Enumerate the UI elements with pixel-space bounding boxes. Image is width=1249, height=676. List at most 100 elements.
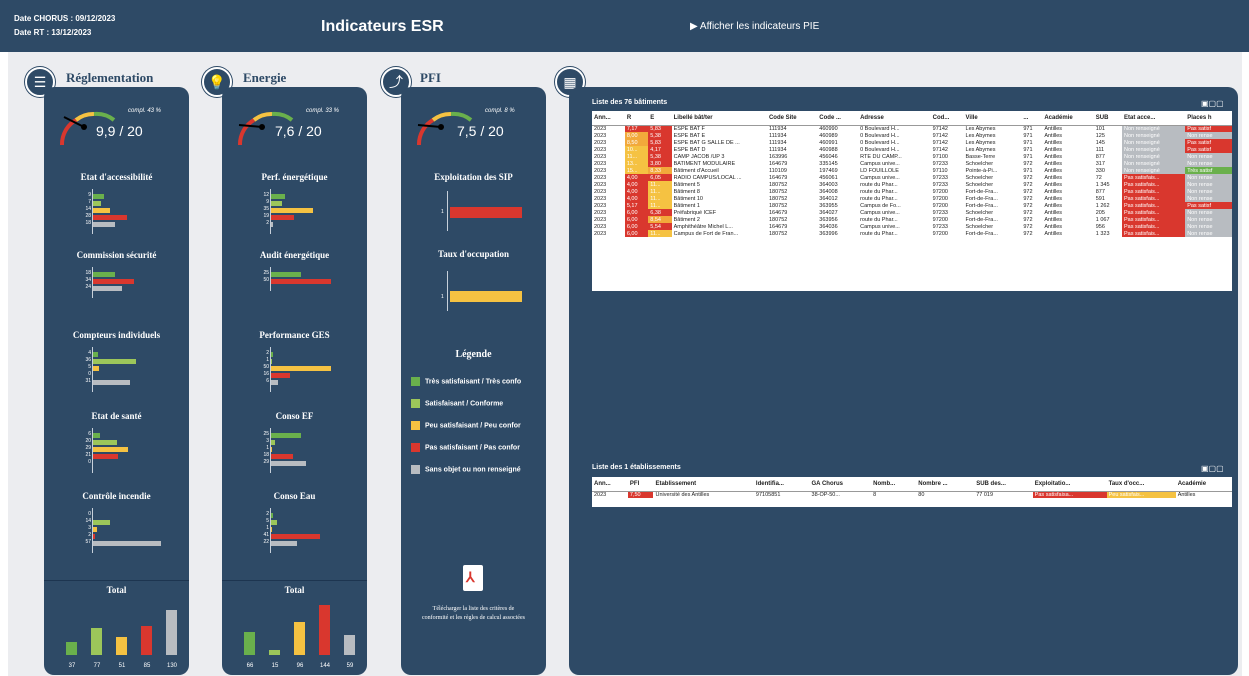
export-icons[interactable]: ▣▢▢ [1201,99,1224,108]
date-chorus: Date CHORUS : 09/12/2023 [14,14,116,23]
table-cell: Bâtiment 5 [673,181,700,188]
table-cell: Pas satisfais... [1121,188,1186,195]
column-header[interactable]: Places h [1185,111,1232,126]
table-cell: Pas satisfais... [1121,181,1186,188]
table-row[interactable]: 2023 4,00 11... Bâtiment 5 180752 364003 route… [592,181,1232,188]
table-cell: Non renseigné [1121,167,1186,174]
column-header[interactable]: Code Site [766,111,818,126]
table-row[interactable]: 2023 4,00 6,05 RADIO CAMPUS/LOCAL ... 164679… [592,174,1232,181]
table-cell: 330 [1095,167,1105,174]
exploitation-bar [450,207,522,218]
table-row[interactable]: 2023 7,17 5,83 ESPE BAT F 111934 460990 0 Boul… [592,125,1232,132]
column-header[interactable]: Etablissement [653,477,754,492]
row-value: 50 [263,364,269,370]
row-bar [271,520,277,525]
table-row[interactable]: 2023 6,00 8,54 Bâtiment 2 180752 363956 route … [592,216,1232,223]
row-value: 21 [85,452,91,458]
row-bar [93,286,122,291]
column-header[interactable]: Académie [1042,111,1094,126]
row-value: 36 [85,357,91,363]
row-bar [93,279,134,284]
table-row[interactable]: 2023 13... 3,80 BATIMENT MODULAIRE 164679 335… [592,160,1232,167]
row-value: 2 [88,532,91,538]
column-header[interactable]: Nombre ... [916,477,975,492]
table-cell: RADIO CAMPUS/LOCAL ... [673,174,742,181]
column-header[interactable]: Académie [1175,477,1232,492]
column-header[interactable]: Exploitatio... [1032,477,1107,492]
table-row[interactable]: 2023 4,00 11... Bâtiment 10 180752 364012 rout… [592,195,1232,202]
table-cell: 77 019 [976,491,994,498]
row-bar [93,440,117,445]
table-cell: 97105851 [755,491,781,498]
row-bar [271,461,306,466]
column-header[interactable]: Code ... [817,111,859,126]
table-cell: Antilles [1044,160,1063,167]
column-header[interactable]: GA Chorus [809,477,872,492]
row-value: 9 [266,199,269,205]
table-cell: route du Phar... [860,230,898,237]
column-header[interactable]: PFI [627,477,654,492]
table-cell: 0 Boulevard H... [860,139,900,146]
table-cell: 97233 [932,209,948,216]
table-cell: 2023 [594,230,607,237]
total-label: 85 [143,663,151,669]
table-cell: Schoelcher [965,181,994,188]
column-header[interactable]: Ann... [592,111,625,126]
table-row[interactable]: 2023 15... 8,33 Bâtiment d'Accueil 110109 197… [592,167,1232,174]
table-cell: Université des Antilles [655,491,710,498]
show-pie-link[interactable]: ▶ Afficher les indicateurs PIE [690,21,819,32]
table-cell: 972 [1023,174,1033,181]
column-header[interactable]: SUB [1093,111,1122,126]
reglementation-panel: compl. 43 % 9,9 / 20 Etat d'accessibilit… [44,87,189,675]
table-cell: Les Abymes [965,132,996,139]
total-label: 59 [346,663,354,669]
table-row[interactable]: 2023 6,00 5,54 Amphithéâtre Michel L... 1646… [592,223,1232,230]
column-header[interactable]: Ville [963,111,1022,126]
table-cell: 11... [648,188,672,195]
total-bar [344,634,355,655]
table-row[interactable]: 2023 6,00 11... Campus de Fort de Fran... 18… [592,230,1232,237]
table-row[interactable]: 2023 5,17 11... Bâtiment 1 180752 363955 Campu… [592,202,1232,209]
column-header[interactable]: Cod... [930,111,964,126]
table-row[interactable]: 2023 11... 5,38 CAMP JACOB /UP 3 163996 45604… [592,153,1232,160]
column-header[interactable]: E [648,111,672,126]
row-bar [271,352,274,357]
table-cell: 460988 [819,146,838,153]
column-header[interactable]: ... [1021,111,1043,126]
table-cell: 1 067 [1095,216,1110,223]
table-row[interactable]: 2023 10... 4,17 ESPE BAT D 111934 460988 0 Bou… [592,146,1232,153]
column-header[interactable]: Adresse [858,111,931,126]
table-cell: 97142 [932,146,948,153]
table-row[interactable]: 2023 7,50 Université des Antilles 97105851 3… [592,491,1232,498]
column-header[interactable]: Nomb... [871,477,917,492]
batiments-caption: Liste des 76 bâtiments [592,99,668,106]
table-cell: Antilles [1044,223,1063,230]
table-cell: 11... [648,230,672,237]
table-row[interactable]: 2023 8,50 5,83 ESPE BAT G SALLE DE ... 11193… [592,139,1232,146]
pdf-icon[interactable]: ⅄ [463,565,483,591]
column-header[interactable]: Libellé bât/ter [671,111,767,126]
export-icons[interactable]: ▣▢▢ [1201,464,1224,473]
column-header[interactable]: SUB des... [974,477,1033,492]
group-title: Etat d'accessibilité [80,172,153,182]
table-row[interactable]: 2023 8,00 5,38 ESPE BAT E 111934 460989 0 Boul… [592,132,1232,139]
table-cell: 877 [1095,188,1105,195]
column-header[interactable]: Etat acce... [1121,111,1186,126]
table-row[interactable]: 2023 4,00 11... Bâtiment 8 180752 364008 route… [592,188,1232,195]
column-header[interactable]: Identifia... [753,477,810,492]
table-row[interactable]: 2023 6,00 6,38 Préfabriqué ICEF 164679 364027… [592,209,1232,216]
row-value: 22 [263,539,269,545]
column-header[interactable]: Ann... [592,477,628,492]
table-cell: 971 [1023,132,1033,139]
table-cell: 15... [624,167,649,174]
gauge-arc [59,111,116,146]
download-criteria-link[interactable]: Télécharger la liste des critères de con… [421,605,526,623]
row-value: 18 [85,220,91,226]
gauge-score: 7,5 / 20 [457,123,504,139]
table-cell: 6,05 [648,174,672,181]
column-header[interactable]: R [624,111,649,126]
row-bar [271,272,301,277]
table-cell: 2023 [594,167,607,174]
column-header[interactable]: Taux d'occ... [1106,477,1176,492]
reglementation-gauge: compl. 43 % 9,9 / 20 [44,87,189,157]
